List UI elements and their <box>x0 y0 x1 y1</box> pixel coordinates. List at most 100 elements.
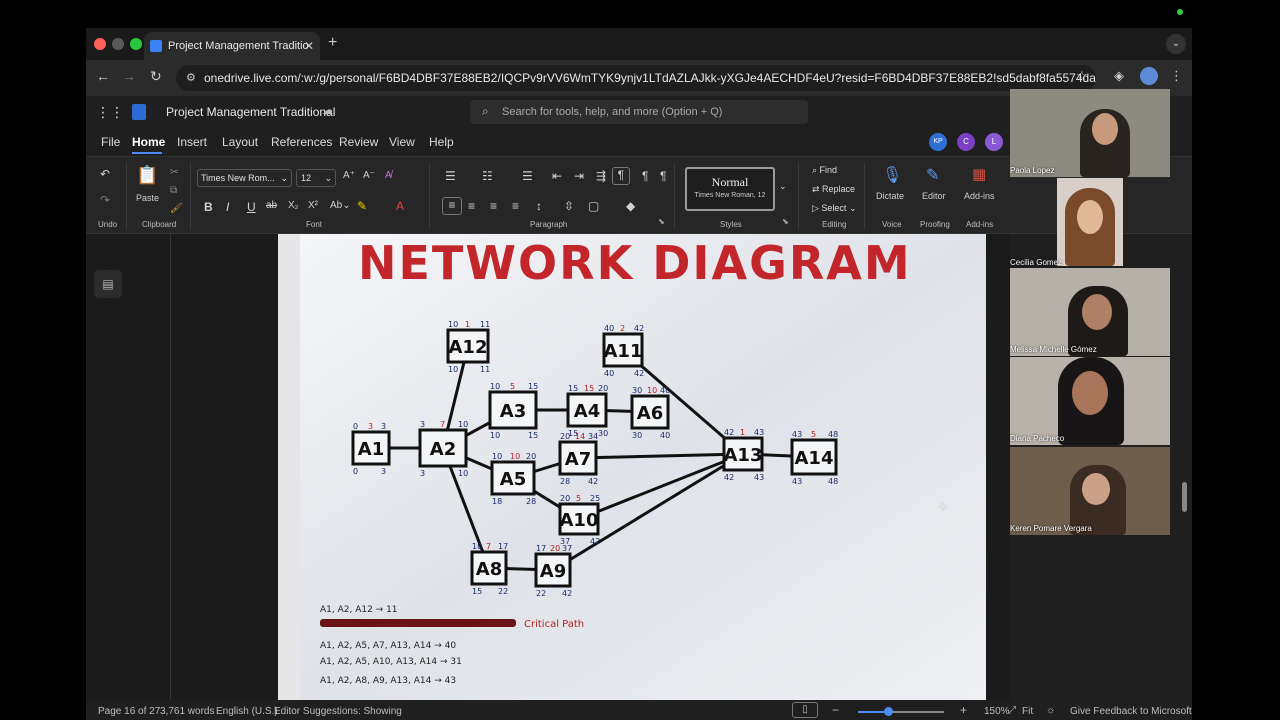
addins-icon[interactable]: ▦ <box>972 165 986 183</box>
participant-tile[interactable]: Keren Pomare Vergara <box>1010 447 1170 535</box>
dialog-launcher-icon[interactable]: ⬊ <box>782 217 789 226</box>
copy-icon[interactable]: ⧉ <box>170 185 177 196</box>
page-view-icon[interactable]: ▯ <box>792 702 818 718</box>
forward-button[interactable]: → <box>122 68 136 84</box>
search-box[interactable]: ⌕ Search for tools, help, and more (Opti… <box>470 100 808 124</box>
tab-search-button[interactable]: ⌄ <box>1166 34 1186 54</box>
align-center-icon[interactable]: ≡ <box>468 199 475 213</box>
change-case-icon[interactable]: Ab⌄ <box>330 200 351 211</box>
avatar-l[interactable]: L <box>985 133 1003 151</box>
back-button[interactable]: ← <box>96 68 110 84</box>
dialog-launcher-icon[interactable]: ⬊ <box>658 217 665 226</box>
menu-home[interactable]: Home <box>132 135 165 149</box>
font-name-select[interactable]: Times New Rom... ⌄ <box>197 169 292 187</box>
participant-tile[interactable]: Paola Lopez <box>1010 89 1170 177</box>
paragraph-spacing-icon[interactable]: ⇳ <box>564 199 574 213</box>
participant-tile[interactable]: Diana Pacheco <box>1010 357 1170 445</box>
browser-tab[interactable]: Project Management Traditio ✕ <box>144 32 320 60</box>
menu-insert[interactable]: Insert <box>177 135 207 149</box>
pilcrow-icon[interactable]: ¶ <box>660 169 666 183</box>
justify-icon[interactable]: ≡ <box>512 199 519 213</box>
menu-help[interactable]: Help <box>429 135 454 149</box>
multilevel-icon[interactable]: ☰ <box>522 169 533 183</box>
grow-font-icon[interactable]: A⁺ <box>343 170 355 181</box>
shading-icon[interactable]: ◆ <box>626 199 635 213</box>
line-spacing-icon[interactable]: ↕ <box>536 199 542 213</box>
format-painter-icon[interactable]: 🖌 <box>170 203 183 214</box>
highlight-icon[interactable]: ✎ <box>357 199 367 213</box>
document-title[interactable]: Project Management Traditional <box>166 105 335 119</box>
increase-indent-icon[interactable]: ⇥ <box>574 169 584 183</box>
underline-icon[interactable]: U <box>247 200 256 214</box>
align-left-icon[interactable]: ≡ <box>442 197 462 215</box>
decrease-indent-icon[interactable]: ⇤ <box>552 169 562 183</box>
fit-button[interactable]: Fit <box>1022 706 1033 717</box>
find-button[interactable]: ⌕ Find <box>812 165 837 176</box>
close-tab-icon[interactable]: ✕ <box>304 32 314 60</box>
replace-button[interactable]: ⇄ Replace <box>812 184 855 195</box>
status-words[interactable]: 3,761 words <box>160 706 214 717</box>
zoom-in-icon[interactable]: + <box>960 703 967 717</box>
clear-format-icon[interactable]: A̸ <box>385 170 392 181</box>
font-color-icon[interactable]: A <box>396 199 404 213</box>
editor-button-label[interactable]: Editor <box>922 191 946 201</box>
bold-icon[interactable]: B <box>204 200 213 214</box>
styles-gallery-more-icon[interactable]: ⌄ <box>779 181 787 192</box>
zoom-level[interactable]: 150% <box>984 706 1010 717</box>
bullets-icon[interactable]: ☰ <box>445 169 456 183</box>
new-tab-button[interactable]: + <box>328 34 337 52</box>
style-normal-tile[interactable]: Normal Times New Roman, 12 <box>685 167 775 211</box>
status-page[interactable]: Page 16 of 27 <box>98 706 160 717</box>
dictate-button-label[interactable]: Dictate <box>876 191 904 201</box>
url-field[interactable]: ⚙ onedrive.live.com/:w:/g/personal/F6BD4… <box>176 65 1096 91</box>
browser-menu-icon[interactable]: ⋮ <box>1170 68 1183 84</box>
cut-icon[interactable]: ✂ <box>170 167 178 178</box>
undo-icon[interactable]: ↶ <box>100 167 110 181</box>
align-right-icon[interactable]: ≡ <box>490 199 497 213</box>
redo-icon[interactable]: ↷ <box>100 193 110 207</box>
borders-icon[interactable]: ▢ <box>588 199 599 213</box>
avatar-c[interactable]: C <box>957 133 975 151</box>
bookmark-star-icon[interactable]: ☆ <box>1076 68 1088 84</box>
avatar-kp[interactable]: KP <box>929 133 947 151</box>
scrollbar-thumb[interactable] <box>1182 482 1187 512</box>
navigation-pane-icon[interactable]: ▤ <box>94 270 122 298</box>
reload-button[interactable]: ↻ <box>150 68 162 85</box>
paste-button-label[interactable]: Paste <box>136 193 159 203</box>
feedback-link[interactable]: Give Feedback to Microsoft <box>1070 706 1192 717</box>
editor-icon[interactable]: ✎ <box>926 165 939 185</box>
menu-references[interactable]: References <box>271 135 332 149</box>
theme-icon[interactable]: ☼ <box>1046 705 1055 716</box>
participant-tile[interactable]: Melissa Michelle Gómez <box>1010 268 1170 356</box>
extension-icon[interactable]: ◈ <box>1114 68 1124 84</box>
superscript-icon[interactable]: X² <box>308 200 318 211</box>
menu-view[interactable]: View <box>389 135 415 149</box>
menu-layout[interactable]: Layout <box>222 135 258 149</box>
menu-review[interactable]: Review <box>339 135 378 149</box>
zoom-out-icon[interactable]: − <box>832 703 839 717</box>
status-language[interactable]: English (U.S.) <box>216 706 278 717</box>
app-launcher-icon[interactable]: ⋮⋮ <box>96 104 124 121</box>
ltr-icon[interactable]: ⇶ <box>596 169 606 183</box>
maximize-window-button[interactable] <box>130 38 142 50</box>
italic-icon[interactable]: I <box>226 200 229 214</box>
subscript-icon[interactable]: X₂ <box>288 200 299 211</box>
pilcrow-icon[interactable]: ¶ <box>642 169 648 183</box>
show-marks-icon[interactable]: ¶ <box>612 167 630 185</box>
microphone-icon[interactable]: 🎙 <box>882 165 902 185</box>
select-button[interactable]: ▷ Select ⌄ <box>812 203 856 214</box>
font-size-select[interactable]: 12 ⌄ <box>296 169 336 187</box>
strikethrough-icon[interactable]: ab <box>266 200 277 211</box>
zoom-slider[interactable] <box>858 707 944 716</box>
profile-avatar[interactable] <box>1140 67 1158 85</box>
numbering-icon[interactable]: ☷ <box>482 169 493 183</box>
close-window-button[interactable] <box>94 38 106 50</box>
addins-button-label[interactable]: Add-ins <box>964 191 995 201</box>
minimize-window-button[interactable] <box>112 38 124 50</box>
zoom-slider-thumb[interactable] <box>884 707 893 716</box>
menu-file[interactable]: File <box>101 135 120 149</box>
participant-tile[interactable] <box>1057 178 1123 266</box>
paste-icon[interactable]: 📋 <box>136 165 158 186</box>
site-info-icon[interactable]: ⚙ <box>186 65 196 91</box>
shrink-font-icon[interactable]: A⁻ <box>363 170 375 181</box>
